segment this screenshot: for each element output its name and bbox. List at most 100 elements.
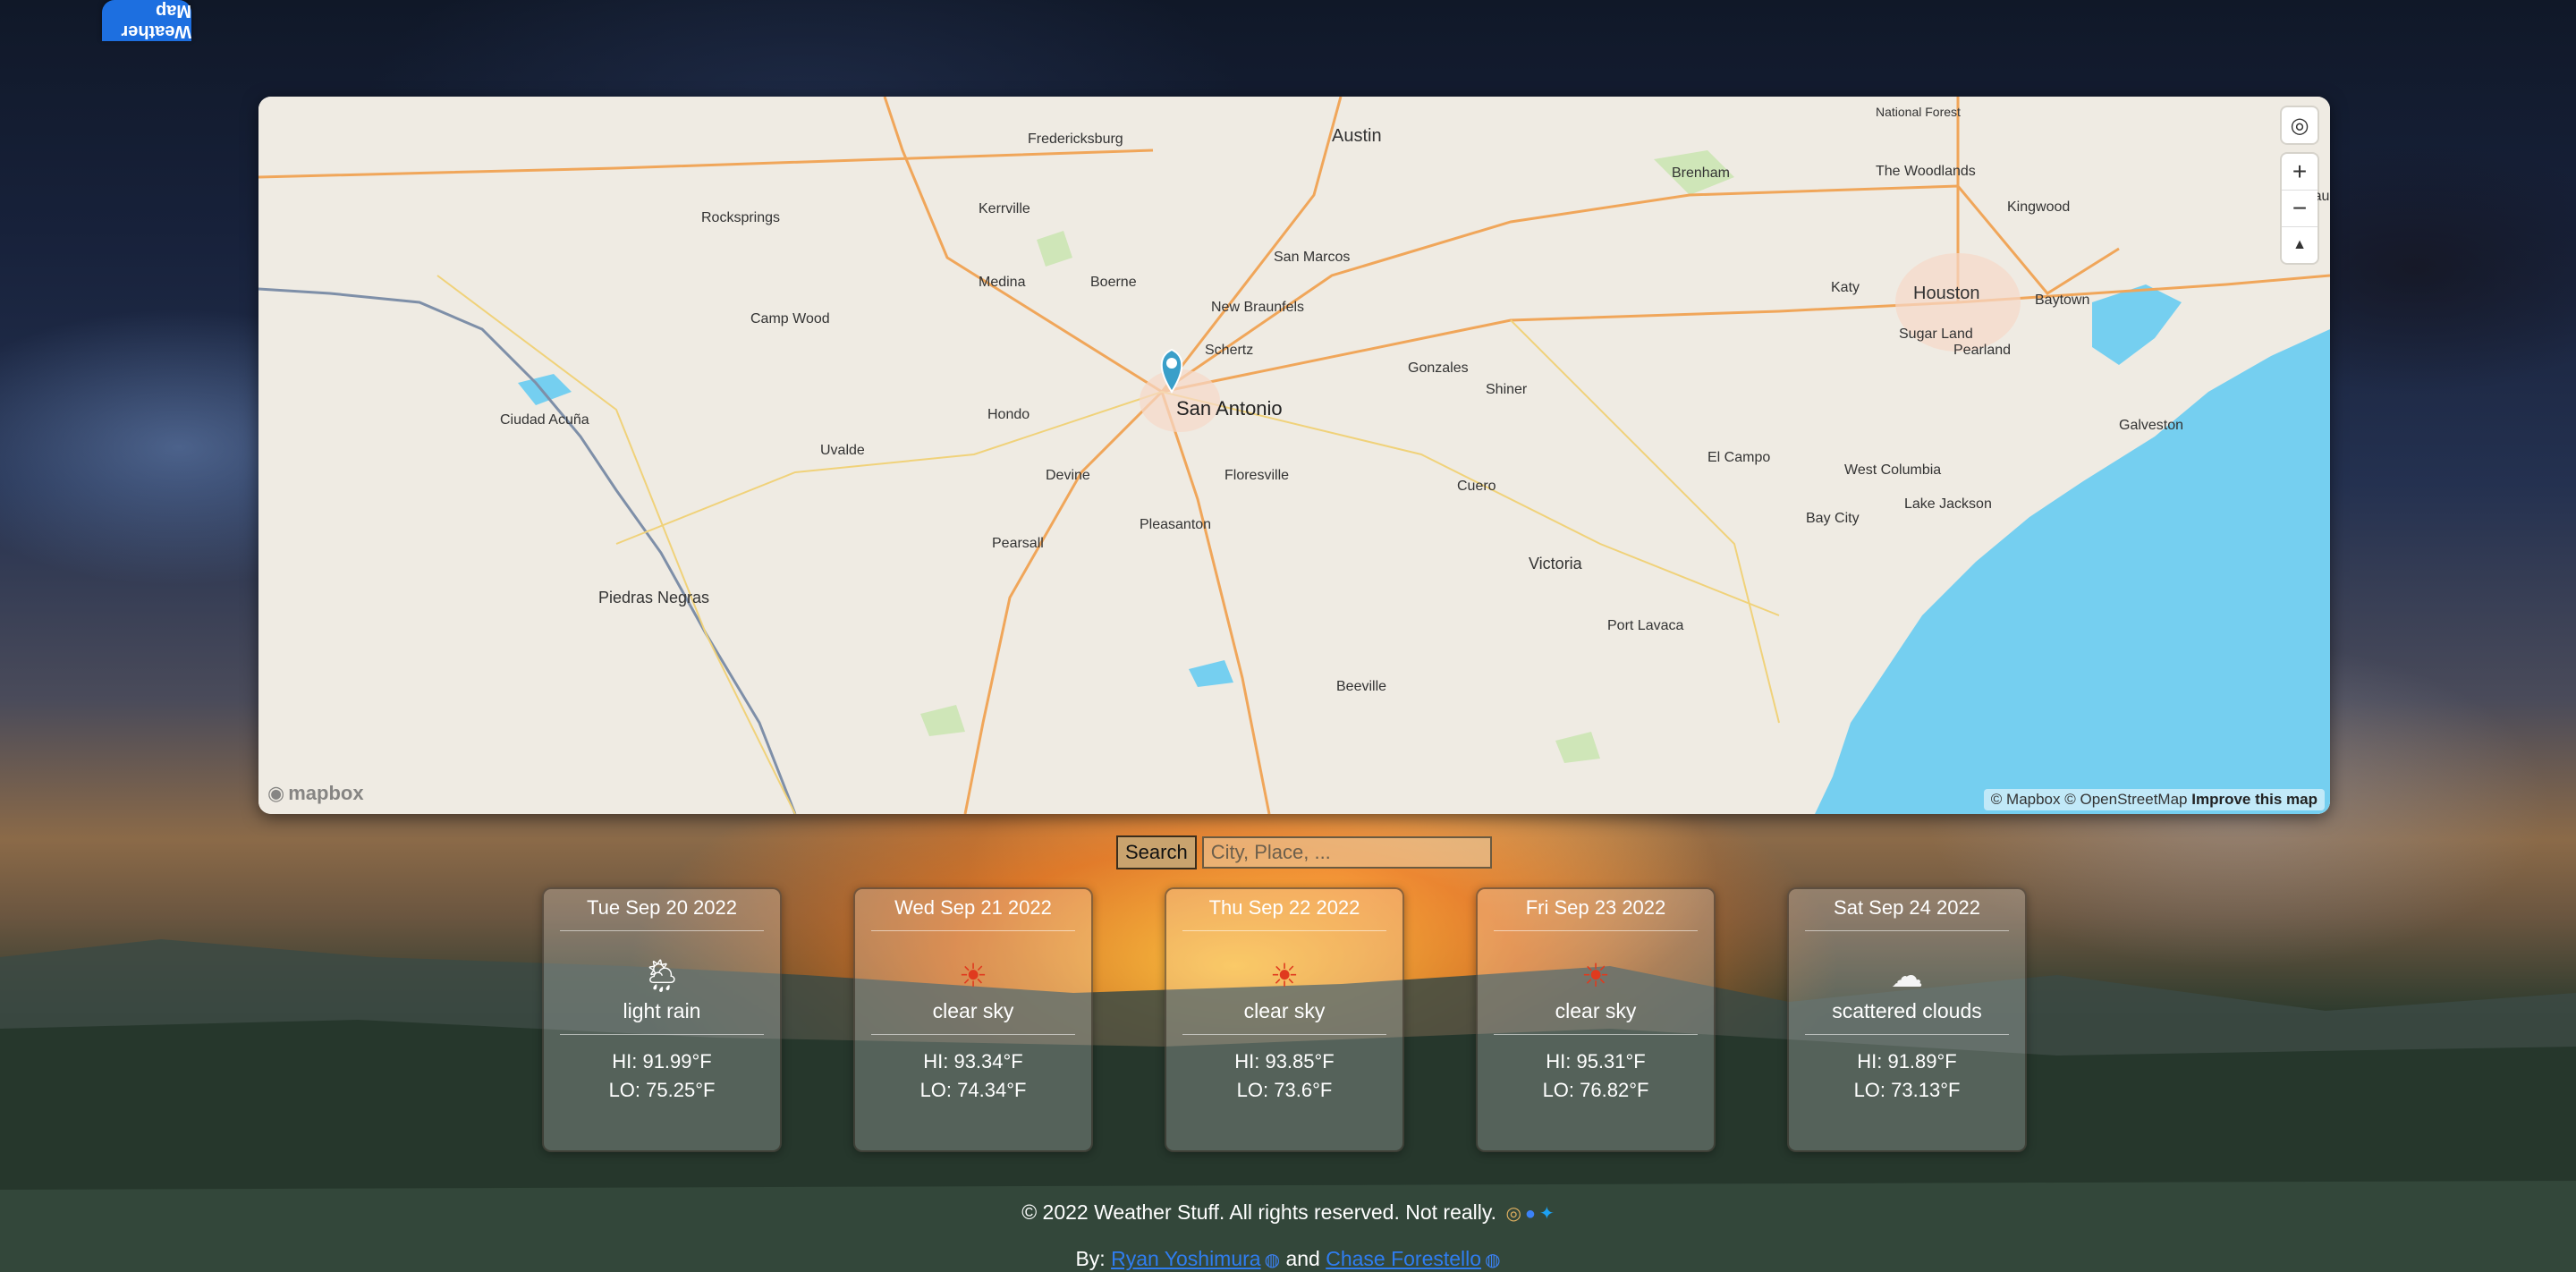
github-icon[interactable]: ◍ (1265, 1251, 1280, 1270)
divider (560, 930, 764, 931)
forecast-high: HI: 91.89°F (1857, 1050, 1957, 1073)
twitter-icon[interactable]: ✦ (1539, 1204, 1555, 1224)
map-label: Shiner (1486, 382, 1528, 397)
map-label: Pleasanton (1140, 517, 1211, 532)
forecast-high: HI: 93.34°F (923, 1050, 1023, 1073)
footer-copyright-line: © 2022 Weather Stuff. All rights reserve… (0, 1200, 2576, 1225)
forecast-high: HI: 93.85°F (1234, 1050, 1335, 1073)
and-label: and (1285, 1247, 1320, 1270)
forecast-low: LO: 73.13°F (1853, 1079, 1961, 1101)
map-label: Fredericksburg (1028, 131, 1123, 147)
divider (560, 1034, 764, 1035)
forecast-card: Sat Sep 24 2022 ☁ scattered clouds HI: 9… (1787, 887, 2027, 1152)
mapbox-logo[interactable]: ◉ mapbox (267, 782, 364, 805)
divider (871, 930, 1075, 931)
forecast-low: LO: 73.6°F (1236, 1079, 1333, 1101)
facebook-icon[interactable]: ● (1525, 1204, 1536, 1224)
map-label: Lake Jackson (1904, 496, 1992, 512)
map-label: Schertz (1205, 343, 1253, 358)
map-label: Pearland (1953, 343, 2011, 358)
author-link-ryan[interactable]: Ryan Yoshimura (1111, 1247, 1261, 1270)
map-label: Pearsall (992, 536, 1044, 551)
divider (1494, 1034, 1698, 1035)
forecast-low: LO: 76.82°F (1542, 1079, 1649, 1101)
footer-credits-line: By: Ryan Yoshimura ◍ and Chase Forestello… (0, 1247, 2576, 1271)
divider (1494, 930, 1698, 931)
forecast-description: clear sky (1243, 999, 1326, 1022)
map-label: Piedras Negras (598, 589, 709, 606)
map-label: Galveston (2119, 418, 2183, 433)
map-label: Kerrville (979, 201, 1030, 216)
map-label: Bay City (1806, 511, 1860, 526)
forecast-card: Thu Sep 22 2022 ☀ clear sky HI: 93.85°F … (1165, 887, 1404, 1152)
map-label: Uvalde (820, 443, 865, 458)
map-label: Port Lavaca (1607, 618, 1683, 633)
attribution-text[interactable]: © Mapbox © OpenStreetMap (1991, 791, 2188, 808)
forecast-description: clear sky (1555, 999, 1637, 1022)
instagram-icon[interactable]: ◎ (1505, 1204, 1521, 1224)
map-label: National Forest (1876, 105, 1961, 119)
improve-map-link[interactable]: Improve this map (2191, 791, 2318, 808)
map-label: Brenham (1672, 165, 1730, 181)
map-label: El Campo (1707, 450, 1770, 465)
zoom-out-button[interactable]: − (2282, 191, 2318, 227)
divider (1182, 1034, 1386, 1035)
forecast-date: Tue Sep 20 2022 (587, 896, 737, 919)
mapbox-logo-icon: ◉ (267, 782, 285, 804)
map-label: West Columbia (1844, 462, 1941, 478)
sun-icon: ☀ (958, 957, 988, 994)
map-label: Ciudad Acuña (500, 412, 589, 428)
map-label: Boerne (1090, 275, 1137, 290)
map-label: Gonzales (1408, 360, 1469, 376)
map-label: Cuero (1457, 479, 1496, 494)
map-label: Beeville (1336, 679, 1386, 694)
github-icon[interactable]: ◍ (1485, 1251, 1500, 1270)
map-label: The Woodlands (1876, 164, 1976, 179)
forecast-description: scattered clouds (1832, 999, 1982, 1022)
map-label: Baytown (2035, 293, 2089, 308)
forecast-high: HI: 91.99°F (612, 1050, 712, 1073)
forecast-low: LO: 74.34°F (919, 1079, 1027, 1101)
map-label: San Marcos (1274, 250, 1350, 265)
map-view[interactable]: Austin Fredericksburg Kerrville Rockspri… (258, 97, 2330, 814)
map-label: New Braunfels (1211, 300, 1304, 315)
search-bar: Search (1116, 835, 1492, 869)
zoom-in-button[interactable]: + (2282, 154, 2318, 191)
forecast-low: LO: 75.25°F (608, 1079, 716, 1101)
divider (871, 1034, 1075, 1035)
search-button[interactable]: Search (1116, 835, 1197, 869)
map-label-pin-city: San Antonio (1176, 397, 1283, 420)
cloud-icon: ☁ (1891, 957, 1923, 994)
divider (1182, 930, 1386, 931)
forecast-date: Fri Sep 23 2022 (1525, 896, 1666, 919)
forecast-high: HI: 95.31°F (1546, 1050, 1646, 1073)
app-logo[interactable]: Weather Map (102, 0, 191, 41)
rain-cloud-icon: 🌦 (641, 957, 682, 994)
map-label: Kingwood (2007, 199, 2070, 215)
map-attribution: © Mapbox © OpenStreetMap Improve this ma… (1983, 789, 2325, 810)
forecast-date: Wed Sep 21 2022 (894, 896, 1052, 919)
search-input[interactable] (1201, 836, 1492, 869)
by-label: By: (1075, 1247, 1106, 1270)
map-label: Camp Wood (750, 311, 830, 326)
geolocate-control[interactable]: ◎ (2282, 107, 2318, 143)
forecast-card: Tue Sep 20 2022 🌦 light rain HI: 91.99°F… (542, 887, 782, 1152)
mapbox-logo-text: mapbox (288, 782, 364, 804)
map-label: Sugar Land (1899, 326, 1973, 342)
zoom-controls: + − ▲ (2282, 154, 2318, 263)
author-link-chase[interactable]: Chase Forestello (1326, 1247, 1481, 1270)
geolocate-icon[interactable]: ◎ (2282, 107, 2318, 143)
map-label: Austin (1332, 126, 1382, 146)
forecast-date: Thu Sep 22 2022 (1208, 896, 1360, 919)
forecast-date: Sat Sep 24 2022 (1834, 896, 1980, 919)
map-canvas[interactable]: Austin Fredericksburg Kerrville Rockspri… (258, 97, 2330, 814)
compass-icon[interactable]: ▲ (2282, 227, 2318, 263)
map-label: Hondo (987, 407, 1030, 422)
map-label: Medina (979, 275, 1026, 290)
forecast-card: Wed Sep 21 2022 ☀ clear sky HI: 93.34°F … (853, 887, 1093, 1152)
forecast-description: clear sky (932, 999, 1014, 1022)
map-label: Victoria (1529, 555, 1583, 572)
sun-icon: ☀ (1580, 957, 1611, 994)
forecast-description: light rain (623, 999, 701, 1022)
sun-icon: ☀ (1269, 957, 1300, 994)
